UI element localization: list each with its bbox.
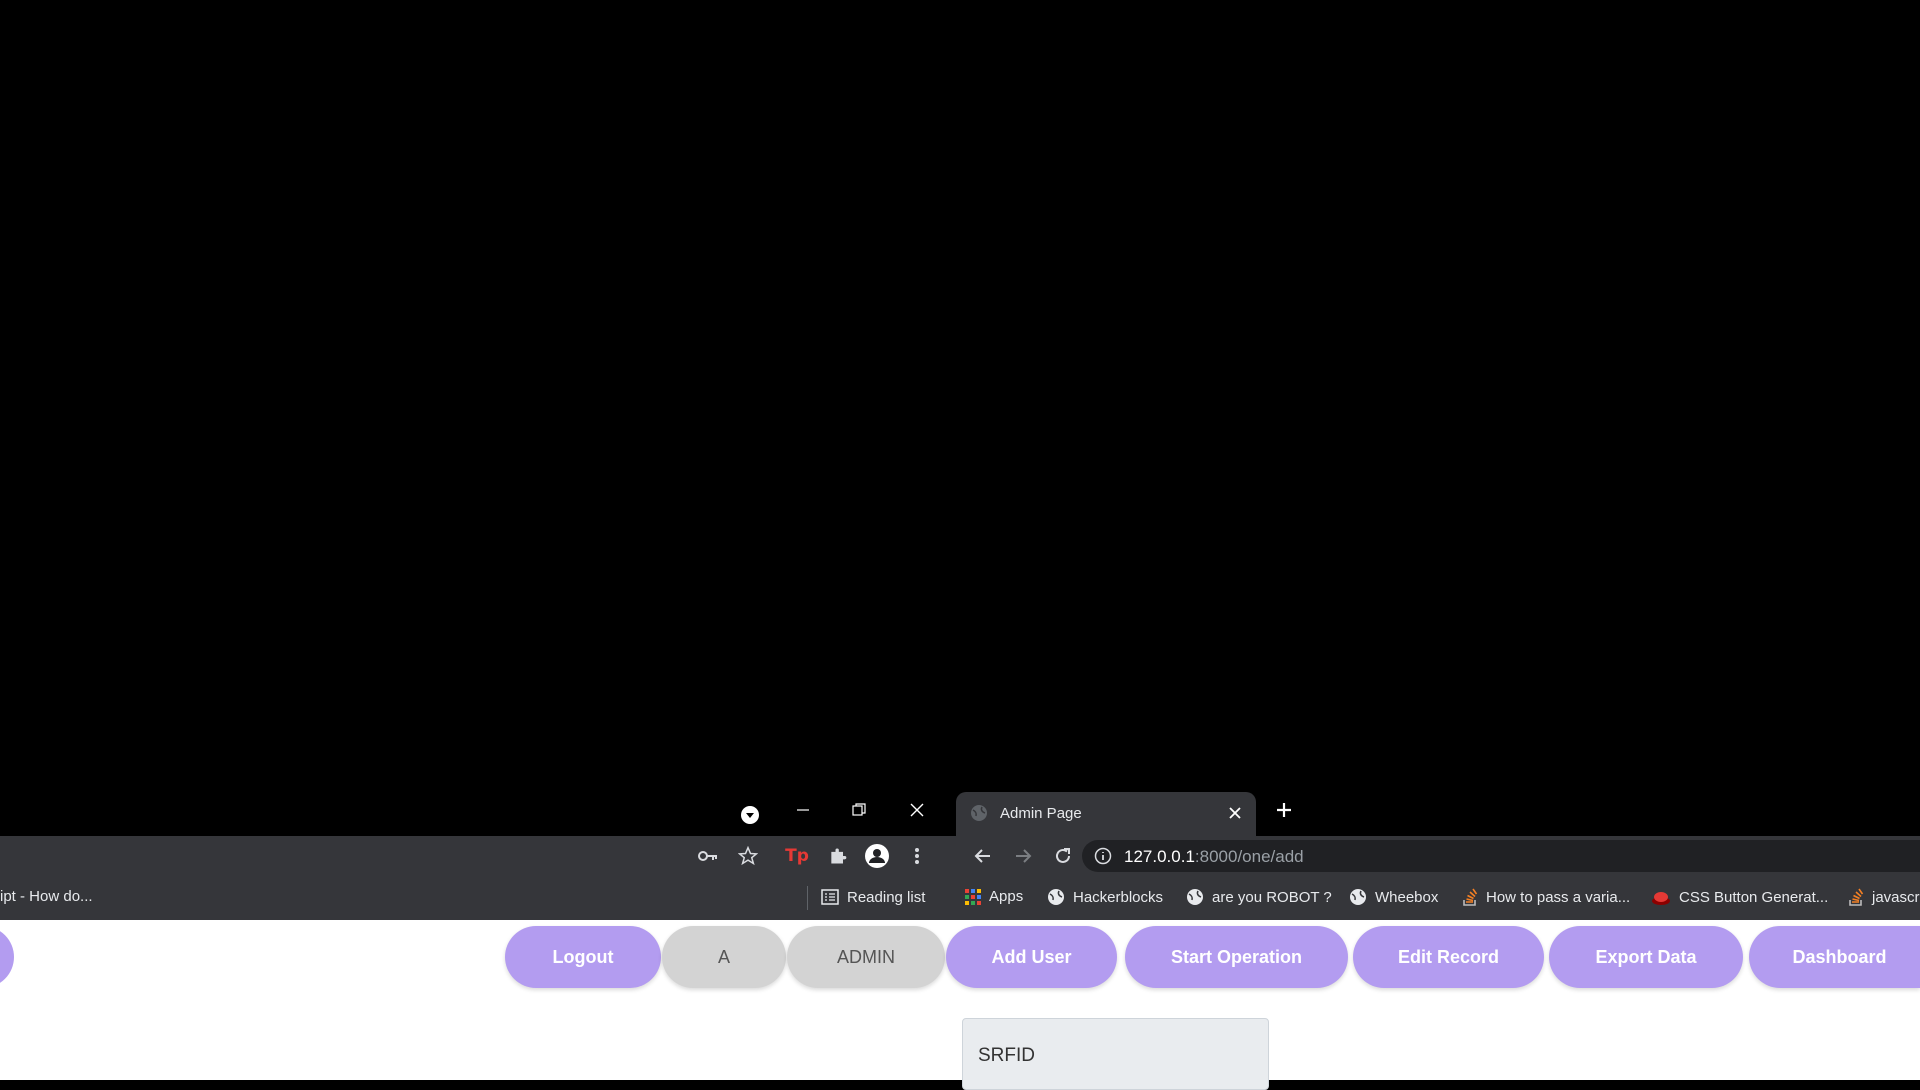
globe-icon — [970, 804, 988, 827]
bookmark-label: Wheebox — [1375, 888, 1439, 906]
bookmark-wheebox[interactable]: Wheebox — [1349, 888, 1438, 906]
bookmark-item-truncated[interactable]: ipt - How do... — [0, 888, 93, 905]
reading-list-label: Reading list — [847, 888, 926, 906]
left-bookmarks-bar: ipt - How do... Reading list — [0, 876, 945, 920]
red-button-icon — [1652, 892, 1670, 905]
bookmark-label: ipt - How do... — [0, 888, 93, 905]
right-bookmarks-bar: Apps Hackerblocks are you ROBOT ? Wheebo… — [945, 876, 1920, 921]
globe-icon — [1187, 889, 1203, 905]
close-tab-icon[interactable] — [1228, 806, 1242, 825]
key-icon[interactable] — [691, 839, 725, 873]
bookmark-star-icon[interactable] — [731, 839, 765, 873]
globe-icon — [1350, 889, 1366, 905]
reading-list-button[interactable]: Reading list — [821, 888, 925, 906]
minimize-icon[interactable] — [783, 795, 823, 825]
forward-arrow-icon[interactable] — [1006, 839, 1040, 873]
info-icon[interactable] — [1094, 847, 1112, 870]
divider — [807, 886, 808, 910]
tab-admin-page[interactable]: Admin Page — [956, 792, 1256, 836]
bookmark-css-button-generator[interactable]: CSS Button Generat... — [1651, 888, 1828, 906]
stackoverflow-icon — [1463, 888, 1478, 906]
bookmark-how-to-pass[interactable]: How to pass a varia... — [1462, 888, 1630, 906]
back-arrow-icon[interactable] — [966, 839, 1000, 873]
bookmark-are-you-robot[interactable]: are you ROBOT ? — [1186, 888, 1332, 906]
bookmark-label: Hackerblocks — [1073, 888, 1164, 906]
srfid-field[interactable]: SRFID — [962, 1018, 1269, 1090]
tab-search-icon[interactable] — [735, 800, 765, 830]
new-tab-icon[interactable] — [1272, 798, 1296, 822]
address-bar[interactable]: 127.0.0.1:8000/one/add — [1082, 840, 1920, 872]
bookmark-label: CSS Button Generat... — [1679, 888, 1829, 906]
edit-record-button[interactable]: Edit Record — [1353, 926, 1544, 988]
bookmark-label: are you ROBOT ? — [1212, 888, 1332, 906]
bookmark-javascript[interactable]: javascr — [1848, 888, 1920, 906]
stackoverflow-icon — [1849, 888, 1864, 906]
restore-icon[interactable] — [839, 795, 879, 825]
url-host: 127.0.0.1 — [1124, 847, 1195, 866]
menu-kebab-icon[interactable] — [900, 839, 934, 873]
close-window-icon[interactable] — [897, 795, 937, 825]
reading-list-icon — [821, 889, 839, 905]
reload-icon[interactable] — [1046, 839, 1080, 873]
apps-grid-icon — [965, 888, 981, 905]
url-text: 127.0.0.1:8000/one/add — [1124, 847, 1304, 867]
url-path: :8000/one/add — [1194, 847, 1304, 866]
a-button[interactable]: A — [662, 926, 786, 988]
bookmark-label: How to pass a varia... — [1486, 888, 1631, 906]
left-toolbar: Tp — [0, 836, 945, 876]
profile-avatar-icon[interactable] — [860, 839, 894, 873]
add-user-button[interactable]: Add User — [946, 926, 1117, 988]
srfid-label: SRFID — [978, 1045, 1035, 1066]
dashboard-button[interactable]: Dashboard — [1749, 926, 1920, 988]
logout-button[interactable]: Logout — [505, 926, 661, 988]
bookmark-label: javascr — [1872, 888, 1920, 906]
tab-title: Admin Page — [1000, 805, 1082, 822]
extension-tp-icon[interactable]: Tp — [780, 839, 814, 873]
bookmark-hackerblocks[interactable]: Hackerblocks — [1047, 888, 1163, 906]
export-data-button[interactable]: Export Data — [1549, 926, 1743, 988]
extensions-puzzle-icon[interactable] — [821, 839, 855, 873]
bookmark-apps[interactable]: Apps — [965, 888, 1023, 905]
admin-button[interactable]: ADMIN — [787, 926, 945, 988]
globe-icon — [1048, 889, 1064, 905]
partial-button[interactable] — [0, 926, 14, 988]
start-operation-button[interactable]: Start Operation — [1125, 926, 1348, 988]
bookmark-label: Apps — [989, 888, 1024, 905]
